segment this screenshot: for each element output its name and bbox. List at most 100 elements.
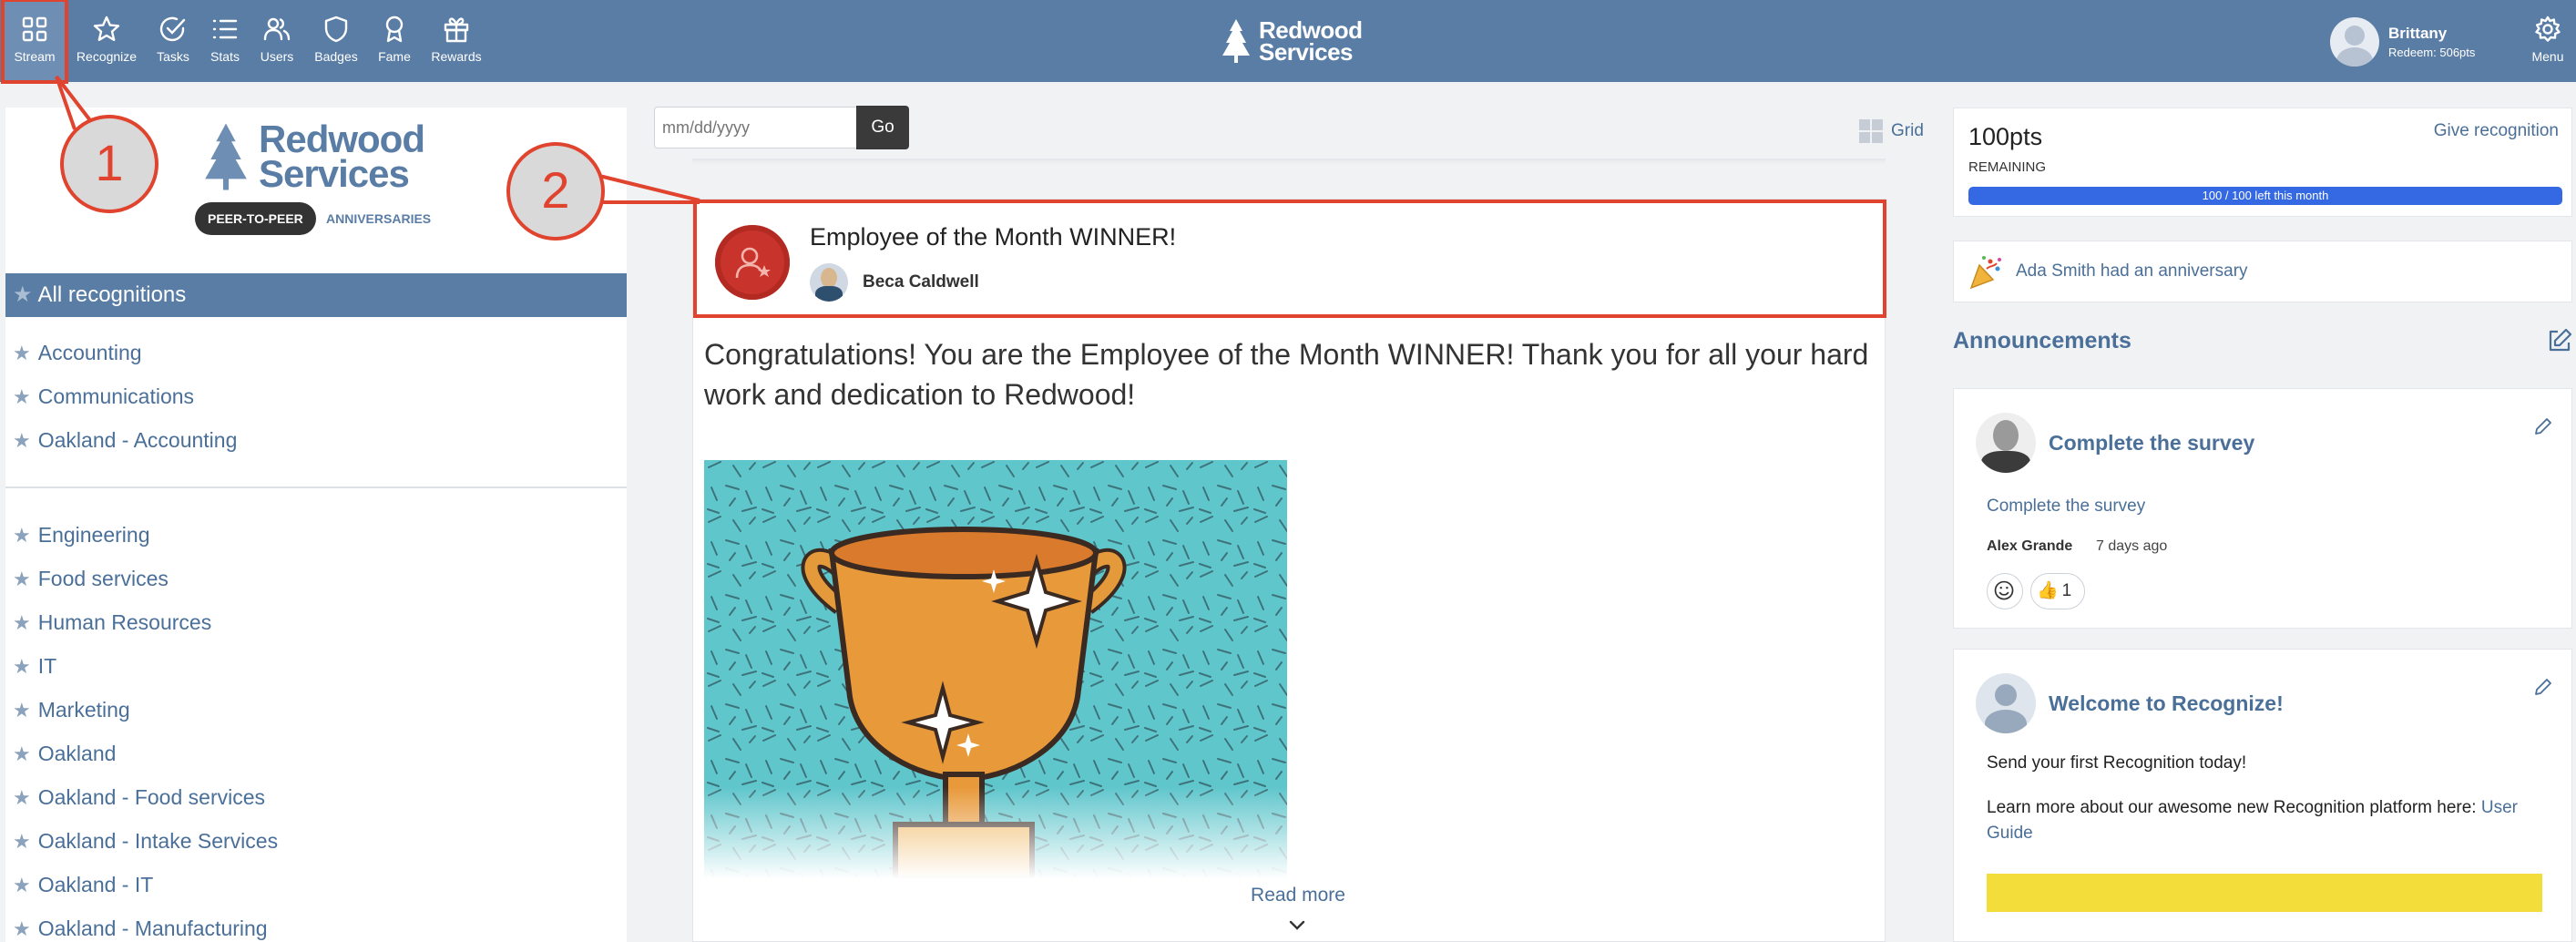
pencil-icon[interactable] [2533,677,2553,697]
avatar[interactable] [810,263,848,302]
divider [5,486,627,488]
thumbs-up-icon: 👍 [2037,581,2059,600]
reaction-count: 1 [2061,581,2072,600]
tab-peer-to-peer[interactable]: PEER-TO-PEER [195,202,316,235]
edit-icon[interactable] [2547,328,2572,353]
pencil-icon[interactable] [2533,416,2553,436]
highlight-banner-image [1987,874,2542,912]
check-circle-icon [159,16,186,42]
points-remaining-label: REMAINING [1968,159,2047,175]
star-icon: ★ [13,917,31,940]
star-icon: ★ [13,429,31,452]
filter-human-resources[interactable]: ★ Human Resources [13,604,211,640]
header-brand-logo[interactable]: Redwood Services [1221,16,1363,66]
nav-users-label: Users [260,49,294,64]
divider [692,159,1886,160]
filter-communications[interactable]: ★ Communications [13,378,194,415]
nav-recognize[interactable]: Recognize [75,0,138,82]
grid-icon [1859,119,1883,143]
announcement-title[interactable]: Welcome to Recognize! [2049,691,2284,716]
anniversary-text: Ada Smith had an anniversary [2016,261,2248,281]
top-navigation-bar: Stream Recognize Tasks Stats Users Badge… [0,0,2576,84]
star-icon: ★ [13,786,31,809]
filter-accounting[interactable]: ★ Accounting [13,334,142,371]
trophy-image [704,460,1287,879]
filter-all-recognitions[interactable]: ★ All recognitions [5,273,627,317]
grid-label: Grid [1891,121,1924,140]
add-reaction-button[interactable] [1987,573,2023,609]
recognition-card[interactable]: Employee of the Month WINNER! Beca Caldw… [692,199,1886,942]
smiley-icon [1994,580,2014,600]
nav-badges[interactable]: Badges [304,0,368,82]
nav-stream[interactable]: Stream [1,0,68,84]
filter-label: Food services [37,567,169,590]
avatar [1976,673,2036,733]
date-filter-input[interactable] [654,107,858,148]
star-icon: ★ [13,699,31,722]
filter-oakland-manufacturing[interactable]: ★ Oakland - Manufacturing [13,910,268,942]
header-brand-line2: Services [1259,38,1353,66]
star-icon: ★ [13,282,33,307]
recognition-title[interactable]: Employee of the Month WINNER! [810,223,1176,251]
chevron-down-icon[interactable] [1283,914,1311,937]
filter-oakland-food-services[interactable]: ★ Oakland - Food services [13,779,265,815]
recognition-message: Congratulations! You are the Employee of… [704,338,1869,411]
company-name-line2: Services [259,152,410,195]
callout-2: 2 [506,142,605,241]
stream-icon [22,16,47,42]
filter-it[interactable]: ★ IT [13,648,56,684]
points-card: 100pts REMAINING Give recognition 100 / … [1953,108,2572,217]
announcement-author: Alex Grande [1987,538,2073,554]
company-logo: Redwood Services [202,120,425,195]
announcement-title[interactable]: Complete the survey [2049,431,2254,456]
announcement-card: Complete the survey Complete the survey … [1953,388,2572,629]
announcement-link[interactable]: Complete the survey [1987,497,2145,517]
star-icon: ★ [13,611,31,634]
filter-oakland-intake-services[interactable]: ★ Oakland - Intake Services [13,823,278,859]
filter-food-services[interactable]: ★ Food services [13,560,169,597]
announcement-body-text: Learn more about our awesome new Recogni… [1987,798,2477,817]
user-profile[interactable]: Brittany Redeem: 506pts [2330,16,2475,67]
announcement-body: Send your first Recognition today! [1987,753,2247,773]
points-progress-bar: 100 / 100 left this month [1968,187,2562,205]
give-recognition-link[interactable]: Give recognition [2434,121,2559,141]
announcement-time: 7 days ago [2096,538,2168,554]
announcement-body: Learn more about our awesome new Recogni… [1987,795,2561,846]
filter-engineering[interactable]: ★ Engineering [13,517,150,553]
star-icon: ★ [13,655,31,678]
filter-marketing[interactable]: ★ Marketing [13,691,130,728]
star-icon: ★ [13,874,31,896]
filter-label: IT [37,654,57,678]
filter-oakland[interactable]: ★ Oakland [13,735,116,772]
nav-stream-label: Stream [14,49,56,64]
thumbs-up-reaction[interactable]: 👍 1 [2030,573,2085,609]
star-icon: ★ [13,524,31,547]
filter-label: Oakland - Manufacturing [37,916,268,940]
tab-anniversaries[interactable]: ANNIVERSARIES [326,202,431,235]
recognition-author[interactable]: Beca Caldwell [863,272,979,292]
read-more-link[interactable]: Read more [1243,885,1353,906]
user-redeem-points: Redeem: 506pts [2388,46,2476,59]
header-brand-name: Redwood Services [1259,18,1363,66]
nav-fame[interactable]: Fame [363,0,426,82]
anniversary-card[interactable]: Ada Smith had an anniversary [1953,241,2572,302]
filter-label: All recognitions [37,282,187,307]
go-button[interactable]: Go [856,106,909,149]
star-icon: ★ [13,830,31,853]
menu-button[interactable]: Menu [2516,0,2576,82]
star-icon: ★ [13,342,31,364]
grid-view-toggle[interactable]: Grid [1858,118,1924,144]
ribbon-icon [385,15,404,43]
filter-oakland-accounting[interactable]: ★ Oakland - Accounting [13,422,237,458]
filter-label: Human Resources [37,610,212,634]
filter-label: Oakland - Intake Services [37,829,279,853]
user-name: Brittany [2388,25,2448,42]
company-name: Redwood Services [259,120,425,195]
nav-rewards[interactable]: Rewards [424,0,488,82]
users-icon [263,17,291,41]
star-icon: ★ [13,742,31,765]
callout-1: 1 [60,115,158,213]
nav-badges-label: Badges [314,49,358,64]
nav-users[interactable]: Users [245,0,309,82]
filter-oakland-it[interactable]: ★ Oakland - IT [13,866,153,903]
